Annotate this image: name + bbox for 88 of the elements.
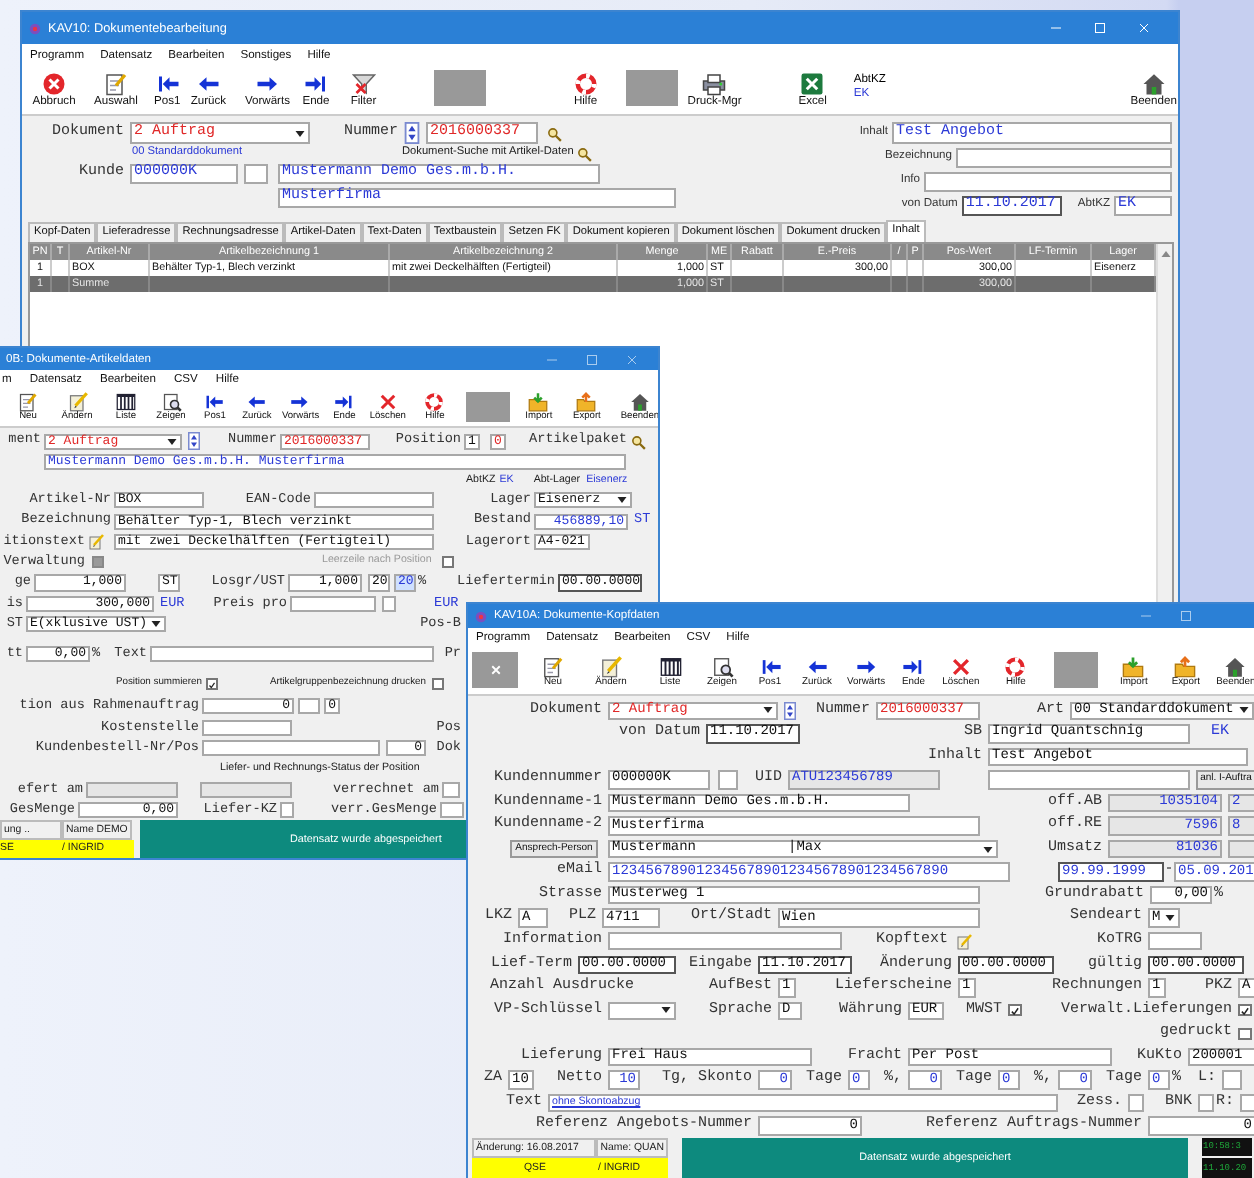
caret-icon <box>660 1004 672 1017</box>
input-field[interactable] <box>200 781 292 799</box>
edit-icon[interactable] <box>956 933 972 950</box>
notepad-icon <box>104 72 128 97</box>
caret-icon <box>166 435 178 448</box>
lifebuoy-icon <box>573 72 598 97</box>
folder-arrow-icon <box>1122 656 1145 679</box>
input-field[interactable] <box>718 770 738 790</box>
page-magnifier-icon <box>711 656 733 679</box>
input-field[interactable] <box>280 801 294 819</box>
pencil-icon <box>600 656 622 679</box>
arrow-last-icon <box>303 72 328 97</box>
lifebuoy-icon <box>1004 656 1027 679</box>
toolbar-button[interactable] <box>1054 651 1099 687</box>
spreadsheet-icon <box>800 72 825 97</box>
folder-arrow-icon <box>1174 656 1197 679</box>
caret-icon <box>1238 704 1250 717</box>
input-field[interactable] <box>1128 1093 1144 1113</box>
input-field[interactable] <box>244 163 268 185</box>
arrow-left-icon <box>806 656 828 679</box>
input-field[interactable] <box>298 697 320 715</box>
checkbox[interactable] <box>1238 1004 1252 1017</box>
input-field[interactable] <box>442 781 460 799</box>
spinner-button[interactable] <box>188 432 200 451</box>
input-field[interactable] <box>608 931 842 951</box>
input-field[interactable] <box>440 801 464 819</box>
app-icon <box>474 609 488 623</box>
pencil-icon <box>67 392 87 413</box>
caret-icon <box>150 618 162 630</box>
toolbar-button[interactable] <box>465 392 510 422</box>
input-field[interactable] <box>956 147 1172 169</box>
app-icon <box>28 21 42 35</box>
arrow-up-icon[interactable] <box>1159 248 1171 260</box>
input-field[interactable] <box>86 781 178 799</box>
dropdown[interactable] <box>608 1001 676 1021</box>
input-field[interactable] <box>1148 931 1202 951</box>
notepad-icon <box>542 656 564 679</box>
checkbox[interactable] <box>431 678 444 690</box>
spinner-button[interactable] <box>784 701 796 720</box>
input-field[interactable] <box>1228 839 1254 859</box>
input-field[interactable] <box>382 595 396 613</box>
arrow-first-icon <box>204 392 225 413</box>
arrow-first-icon <box>759 656 781 679</box>
checkbox[interactable] <box>441 556 454 568</box>
input-field[interactable] <box>290 595 376 613</box>
folder-arrow-icon <box>576 392 597 413</box>
checkbox[interactable] <box>205 678 218 690</box>
arrow-right-icon <box>855 656 877 679</box>
cancel-icon <box>42 72 66 97</box>
printer-icon <box>702 72 727 97</box>
maximize-icon[interactable] <box>1178 608 1194 624</box>
columns-icon <box>659 656 681 679</box>
close-icon[interactable] <box>1136 20 1152 36</box>
maximize-icon[interactable] <box>584 351 600 367</box>
checkbox[interactable] <box>1008 1004 1022 1017</box>
delete-icon <box>949 656 972 679</box>
input-field[interactable] <box>202 739 380 757</box>
caret-icon <box>982 843 994 856</box>
house-icon <box>629 392 650 413</box>
caret-icon <box>762 704 774 717</box>
input-field[interactable] <box>202 719 292 737</box>
arrow-right-icon <box>290 392 311 413</box>
input-field[interactable] <box>988 770 1190 790</box>
folder-arrow-icon <box>528 392 549 413</box>
toolbar-button[interactable] <box>472 651 518 687</box>
arrow-last-icon <box>902 656 925 679</box>
arrow-last-icon <box>334 392 355 413</box>
close-icon[interactable] <box>624 351 640 367</box>
caret-icon <box>294 127 306 139</box>
arrow-first-icon <box>155 72 180 97</box>
spinner-button[interactable] <box>404 122 420 144</box>
delete-icon <box>377 392 398 413</box>
search-icon[interactable] <box>630 433 646 450</box>
house-icon <box>1224 656 1247 679</box>
input-field[interactable] <box>924 171 1172 193</box>
funnel-icon <box>351 72 376 97</box>
checkbox[interactable] <box>1238 1027 1252 1040</box>
maximize-icon[interactable] <box>1092 20 1108 36</box>
search-icon[interactable] <box>575 146 592 162</box>
input-field[interactable] <box>150 645 434 663</box>
search-icon[interactable] <box>546 125 562 141</box>
caret-icon <box>1164 912 1176 925</box>
caret-icon <box>616 494 628 506</box>
house-icon <box>1141 72 1166 97</box>
input-field[interactable] <box>314 491 434 509</box>
edit-icon[interactable] <box>88 534 104 550</box>
arrow-left-icon <box>196 72 221 97</box>
arrow-left-icon <box>246 392 267 413</box>
